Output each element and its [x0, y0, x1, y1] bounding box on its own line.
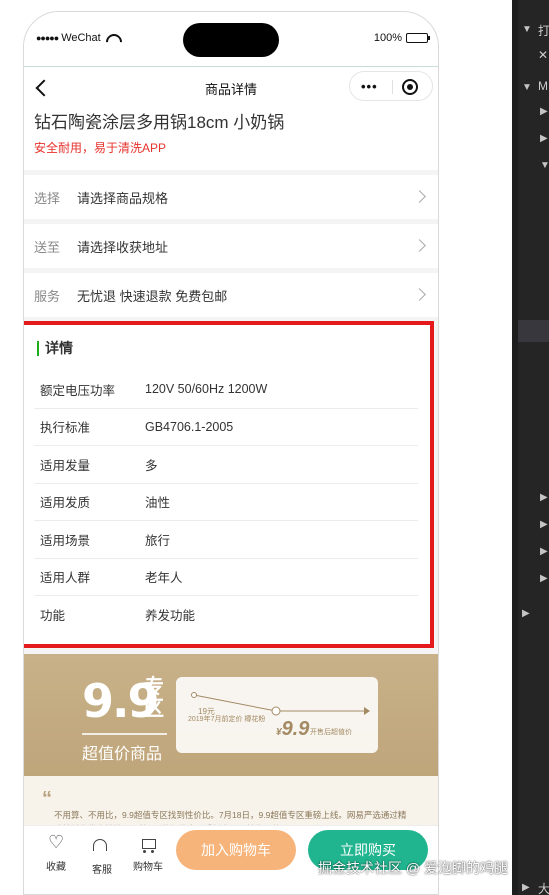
panel-label: 大: [538, 882, 549, 895]
panel-label: M: [538, 79, 548, 93]
devtools-side-panel: ▼ 打 ✕ ▼ M ▶ ▶ ▼ ▶ ▶ ▶ ▶ ▶ ▶ 大: [512, 0, 549, 895]
favorite-label: 收藏: [46, 862, 66, 873]
selected-row[interactable]: [518, 320, 549, 342]
collapse-arrow-icon[interactable]: ▼: [522, 82, 532, 93]
spec-value: 老年人: [145, 571, 183, 586]
spec-row: 适用发质 油性: [34, 484, 418, 521]
option-key: 送至: [34, 239, 61, 255]
product-header: 钻石陶瓷涂层多用锅18cm 小奶锅 安全耐用，易于清洗APP: [24, 106, 438, 170]
battery-icon: [406, 33, 430, 43]
chevron-right-icon: [413, 239, 426, 252]
option-row-spec[interactable]: 选择 请选择商品规格: [24, 175, 438, 219]
expand-arrow-icon[interactable]: ▶: [540, 519, 548, 530]
spec-row: 额定电压功率 120V 50/60Hz 1200W: [34, 371, 418, 409]
cart-button[interactable]: 购物车: [128, 836, 168, 873]
option-value: 无忧退 快速退款 免费包邮: [77, 288, 228, 304]
expand-arrow-icon[interactable]: ▶: [540, 133, 548, 144]
expand-arrow-icon[interactable]: ▶: [540, 573, 548, 584]
more-icon[interactable]: •••: [361, 79, 378, 94]
product-title: 钻石陶瓷涂层多用锅18cm 小奶锅: [34, 113, 285, 132]
price-date-note: 2019年7月前定价 樽花粉: [188, 716, 266, 723]
option-value: 请选择商品规格: [77, 190, 169, 206]
option-key: 服务: [34, 288, 61, 304]
spec-key: 适用发质: [40, 496, 91, 511]
navigation-bar: 商品详情 •••: [24, 66, 438, 106]
banner-underline: [82, 733, 167, 735]
expand-arrow-icon[interactable]: ▶: [540, 546, 548, 557]
option-value: 请选择收获地址: [77, 239, 169, 255]
spec-value: 养发功能: [145, 609, 196, 624]
dynamic-island: [183, 23, 279, 57]
expand-arrow-icon[interactable]: ▶: [540, 492, 548, 503]
mini-program-capsule: •••: [349, 71, 433, 101]
product-subtitle: 安全耐用，易于清洗APP: [34, 141, 167, 155]
spec-table: 额定电压功率 120V 50/60Hz 1200W 执行标准 GB4706.1-…: [34, 371, 418, 634]
page-content: 钻石陶瓷涂层多用锅18cm 小奶锅 安全耐用，易于清洗APP 选择 请选择商品规…: [24, 106, 438, 317]
expand-arrow-icon[interactable]: ▶: [522, 608, 530, 619]
option-row-service[interactable]: 服务 无忧退 快速退款 免费包邮: [24, 273, 438, 317]
expand-arrow-icon[interactable]: ▶: [522, 882, 530, 893]
status-bar: ●●●●● WeChat 100%: [24, 12, 438, 66]
spec-value: 120V 50/60Hz 1200W: [145, 382, 268, 397]
status-left: ●●●●● WeChat: [36, 32, 118, 44]
service-label: 客服: [92, 865, 112, 876]
promo-banner[interactable]: 9.9 专区 超值价商品 19元 2019年7月前定价 樽花粉 ¥9.9 开售后…: [24, 654, 438, 776]
carrier-label: WeChat: [61, 32, 101, 44]
spec-key: 适用发量: [40, 458, 91, 473]
signal-icon: ●●●●●: [36, 33, 59, 43]
spec-row: 适用场景 旅行: [34, 521, 418, 559]
banner-zone-label: 专区: [144, 676, 164, 720]
status-right: 100%: [373, 32, 430, 44]
customer-service-button[interactable]: 客服: [82, 836, 122, 876]
chevron-right-icon: [413, 288, 426, 301]
battery-percent: 100%: [373, 32, 402, 44]
favorite-button[interactable]: 收藏: [36, 832, 76, 873]
option-row-address[interactable]: 送至 请选择收获地址: [24, 224, 438, 268]
spec-value: 油性: [145, 496, 171, 511]
banner-caption: 超值价商品: [82, 746, 163, 763]
spec-row: 执行标准 GB4706.1-2005: [34, 409, 418, 446]
watermark: 掘金技术社区 @ 爱泡脚的鸡腿: [318, 860, 508, 876]
collapse-arrow-icon[interactable]: ▼: [540, 160, 549, 171]
spec-value: 多: [145, 458, 158, 473]
promo-price: ¥9.9: [276, 718, 310, 740]
expand-arrow-icon[interactable]: ▶: [540, 106, 548, 117]
collapse-arrow-icon[interactable]: ▼: [522, 24, 532, 35]
close-icon[interactable]: ✕: [538, 48, 548, 62]
panel-strip: [512, 0, 518, 895]
spec-value: 旅行: [145, 533, 171, 548]
spec-key: 适用人群: [40, 571, 91, 586]
banner-price-card: 19元 2019年7月前定价 樽花粉 ¥9.9 开售后超值价: [176, 677, 378, 753]
spec-key: 额定电压功率: [40, 383, 116, 398]
close-target-icon[interactable]: [402, 79, 418, 95]
spec-row: 功能 养发功能: [34, 596, 418, 634]
spec-key: 执行标准: [40, 421, 91, 436]
capsule-divider: [392, 80, 393, 94]
details-section: 详情 额定电压功率 120V 50/60Hz 1200W 执行标准 GB4706…: [24, 321, 434, 648]
spec-key: 功能: [40, 609, 66, 624]
cart-icon: [139, 836, 157, 854]
spec-row: 适用发量 多: [34, 446, 418, 484]
details-heading: 详情: [37, 341, 73, 356]
option-key: 选择: [34, 190, 61, 206]
headset-icon: [93, 839, 111, 857]
promo-price-tag: 开售后超值价: [310, 729, 352, 736]
panel-label: 打: [538, 24, 549, 38]
spec-row: 适用人群 老年人: [34, 559, 418, 596]
heart-icon: [47, 832, 65, 854]
chevron-right-icon: [413, 190, 426, 203]
wifi-icon: [106, 34, 118, 43]
quote-mark-icon: “: [42, 788, 52, 810]
spec-key: 适用场景: [40, 533, 91, 548]
cart-label: 购物车: [133, 862, 163, 873]
spec-value: GB4706.1-2005: [145, 419, 234, 434]
phone-simulator: ●●●●● WeChat 100% 商品详情 ••• 钻石陶瓷涂层多用锅18cm…: [23, 11, 439, 895]
add-to-cart-button[interactable]: 加入购物车: [176, 830, 296, 870]
